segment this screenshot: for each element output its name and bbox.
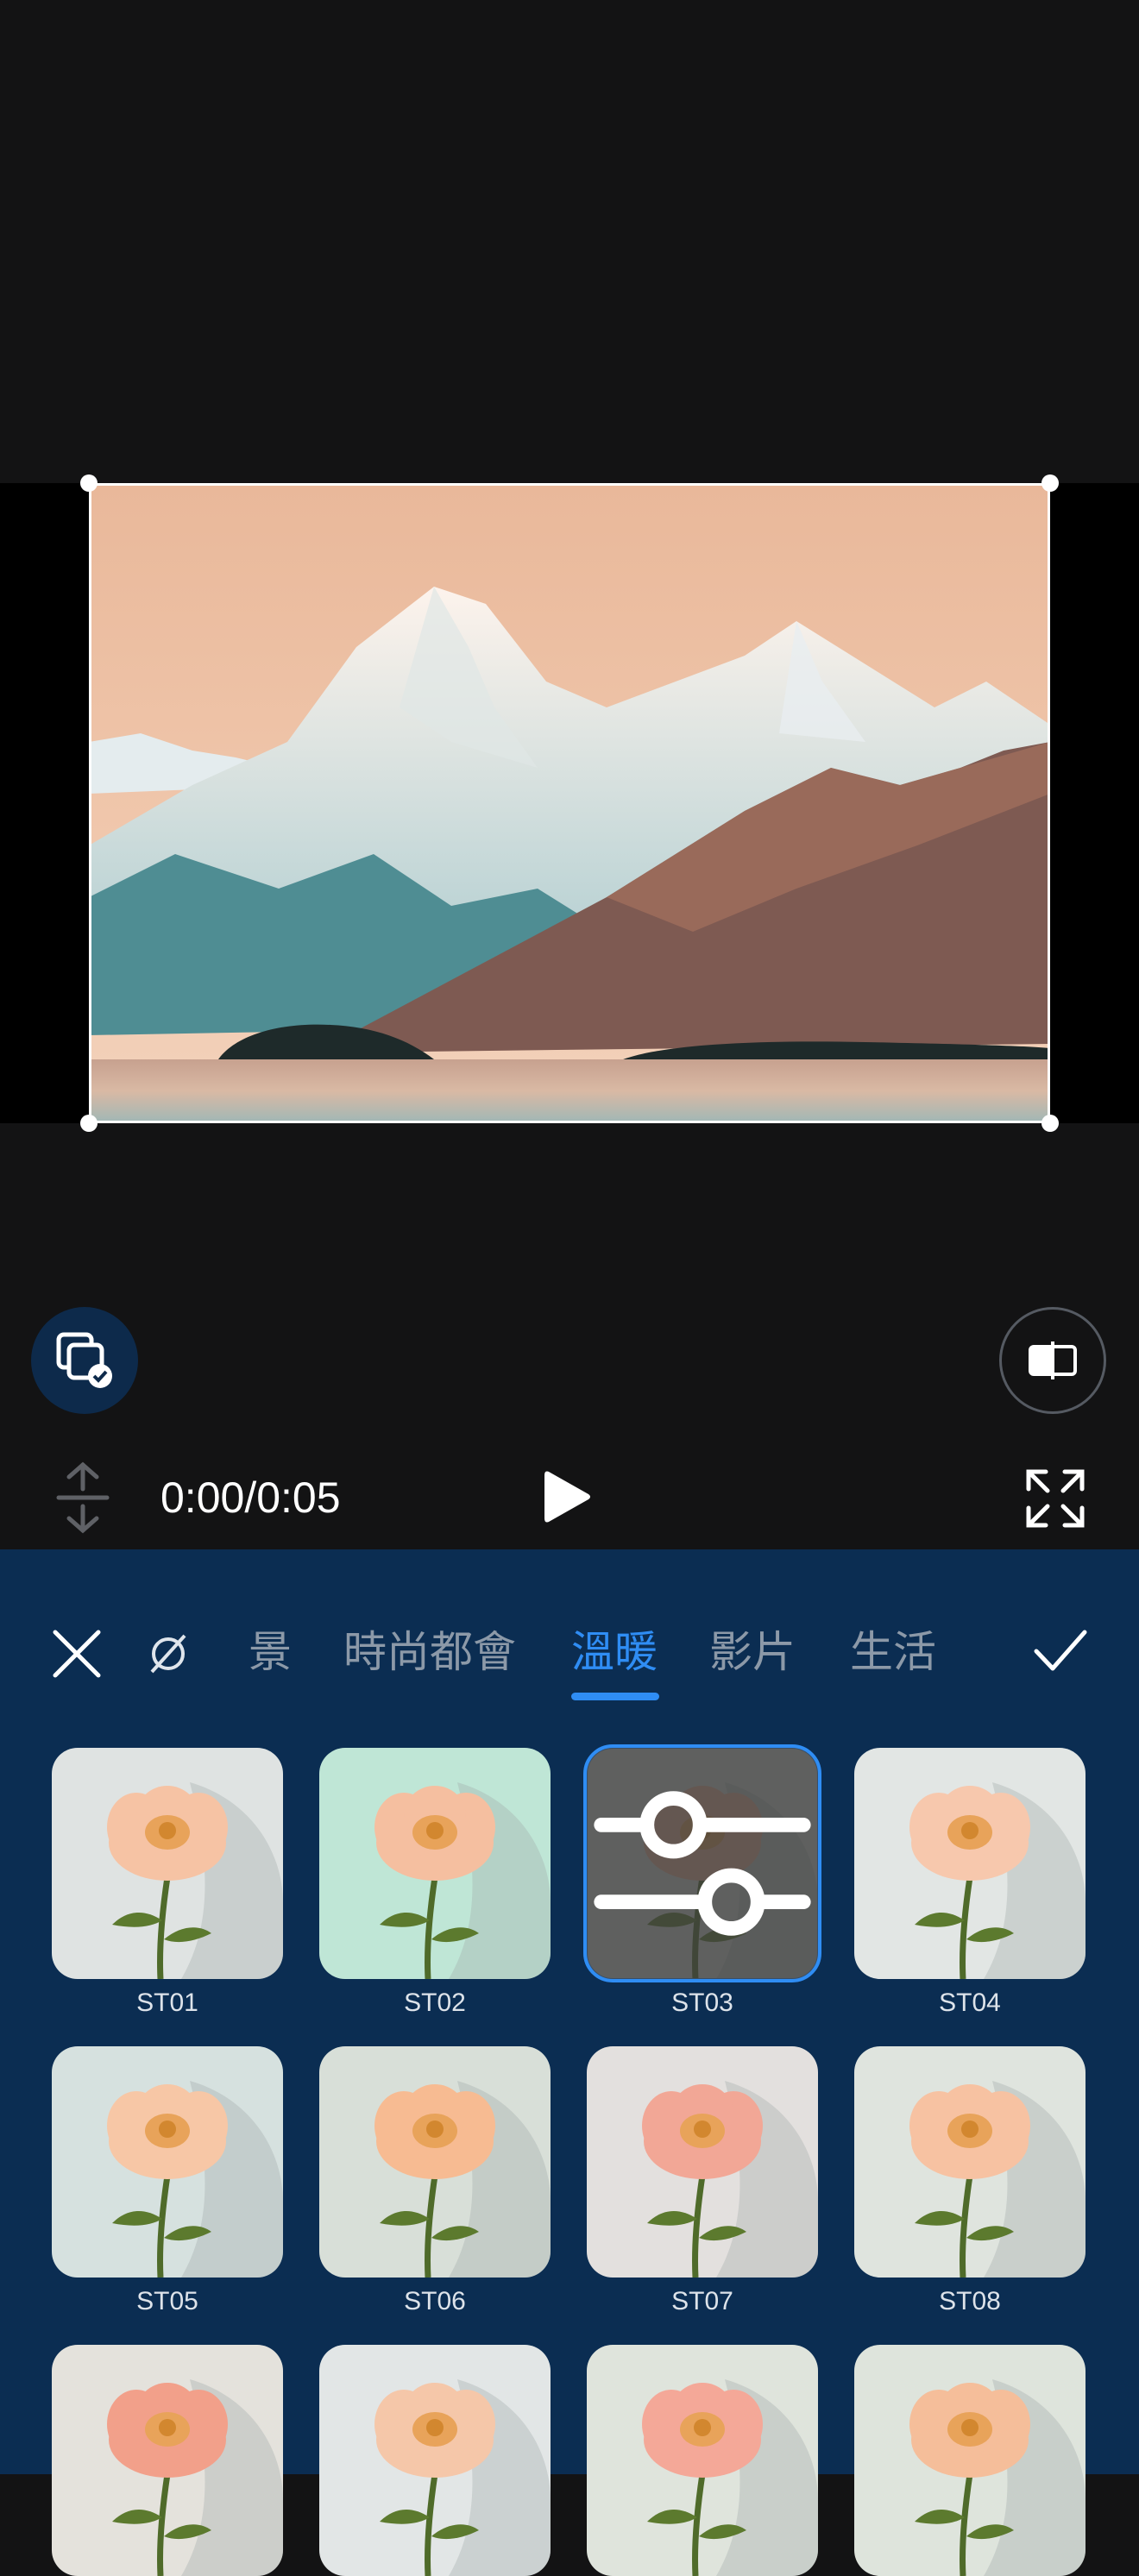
filter-adjust-overlay[interactable]: [587, 1748, 818, 1979]
crop-handle-bottom-right[interactable]: [1041, 1115, 1059, 1132]
checkmark-icon[interactable]: [1032, 1627, 1089, 1675]
flower-thumbnail-image: [854, 1748, 1086, 1979]
filter-thumbnail[interactable]: [319, 1748, 551, 1979]
flower-thumbnail-image: [52, 2345, 283, 2576]
filter-label: ST06: [404, 2287, 466, 2315]
tab-life[interactable]: 生活: [850, 1622, 936, 1682]
layers-check-icon: [56, 1332, 112, 1388]
no-filter-icon[interactable]: [145, 1630, 192, 1677]
layers-button[interactable]: [31, 1307, 138, 1414]
vertical-resize-icon[interactable]: [52, 1460, 114, 1536]
filter-label: ST03: [671, 1989, 733, 2017]
flower-thumbnail-image: [319, 2345, 551, 2576]
crop-handle-top-right[interactable]: [1041, 474, 1059, 492]
filter-thumbnail[interactable]: [583, 1744, 821, 1982]
filter-label: ST07: [671, 2287, 733, 2315]
flower-thumbnail-image: [319, 1748, 551, 1979]
tab-landscape[interactable]: 景: [249, 1622, 292, 1682]
filter-thumbnail[interactable]: [52, 2046, 283, 2278]
filter-label: ST01: [136, 1989, 198, 2017]
sliders-icon: [594, 1791, 811, 1936]
crop-frame[interactable]: [89, 483, 1050, 1123]
filter-thumbnail[interactable]: [587, 2345, 818, 2576]
filter-thumbnail[interactable]: [52, 1748, 283, 1979]
tab-urban-fashion[interactable]: 時尚都會: [343, 1622, 516, 1682]
filter-label: ST05: [136, 2287, 198, 2315]
crop-handle-bottom-left[interactable]: [80, 1115, 98, 1132]
tab-film[interactable]: 影片: [709, 1622, 796, 1682]
flower-thumbnail-image: [52, 1748, 283, 1979]
filter-thumbnail[interactable]: [854, 2046, 1086, 2278]
flower-thumbnail-image: [587, 2345, 818, 2576]
filter-thumbnail[interactable]: [854, 2345, 1086, 2576]
play-icon[interactable]: [542, 1468, 594, 1525]
filter-thumbnail[interactable]: [587, 2046, 818, 2278]
tab-warm[interactable]: 溫暖: [571, 1622, 658, 1682]
filter-thumbnail[interactable]: [52, 2345, 283, 2576]
split-compare-icon: [1029, 1341, 1077, 1379]
fullscreen-icon[interactable]: [1023, 1467, 1087, 1530]
active-tab-indicator: [571, 1693, 659, 1700]
flower-thumbnail-image: [854, 2046, 1086, 2278]
flower-thumbnail-image: [854, 2345, 1086, 2576]
filter-label: ST08: [939, 2287, 1001, 2315]
filter-label: ST04: [939, 1989, 1001, 2017]
compare-button[interactable]: [999, 1307, 1106, 1414]
filter-thumbnail[interactable]: [854, 1748, 1086, 1979]
filter-label: ST02: [404, 1989, 466, 2017]
crop-handle-top-left[interactable]: [80, 474, 98, 492]
filter-thumbnail[interactable]: [319, 2046, 551, 2278]
flower-thumbnail-image: [587, 2046, 818, 2278]
close-icon[interactable]: [50, 1627, 104, 1681]
filter-thumbnail[interactable]: [319, 2345, 551, 2576]
flower-thumbnail-image: [52, 2046, 283, 2278]
flower-thumbnail-image: [319, 2046, 551, 2278]
playback-timecode: 0:00/0:05: [160, 1473, 341, 1522]
